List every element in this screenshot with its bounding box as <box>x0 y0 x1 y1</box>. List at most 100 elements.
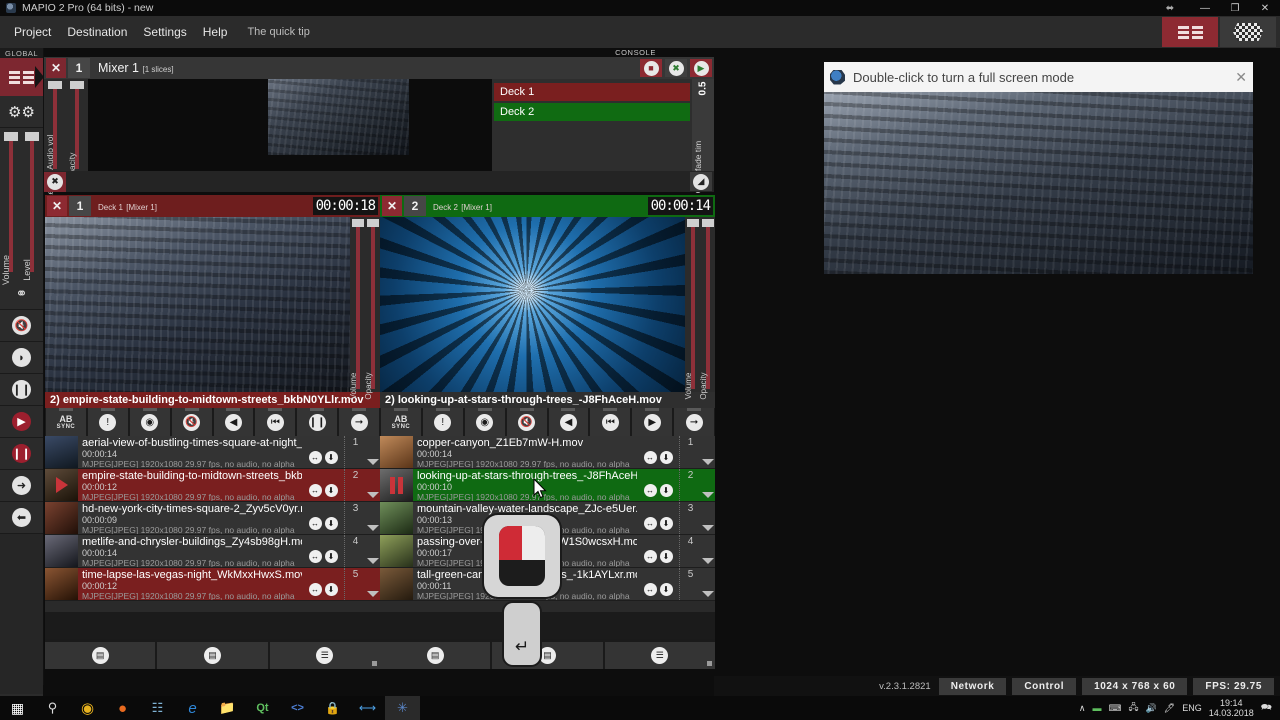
rail-prev-button[interactable]: ⬅ <box>0 502 43 534</box>
loop-icon[interactable]: ↔ <box>643 550 657 563</box>
mixer-deck-row-2[interactable]: Deck 2 <box>494 103 690 121</box>
deck-2-add-clip-button[interactable]: ▤ <box>380 642 491 669</box>
deck-2-preview[interactable]: Volume Opacity <box>380 217 715 400</box>
edge-button[interactable]: e <box>175 696 210 720</box>
rail-mute-button[interactable]: 🔇 <box>0 310 43 342</box>
tray-chevron-icon[interactable]: ∧ <box>1079 703 1086 714</box>
table-row[interactable]: metlife-and-chrysler-buildings_Zy4sb98gH… <box>45 535 380 568</box>
deck-2-preview-eye-button[interactable]: ◉ <box>464 408 505 436</box>
deck-1-info-button[interactable]: ! <box>87 408 128 436</box>
deck-1-restart-button[interactable]: ⏮ <box>255 408 296 436</box>
deck-1-volume-fader[interactable]: Volume <box>349 217 365 399</box>
fader-knob[interactable] <box>3 132 18 141</box>
tray-network-icon[interactable]: 🖧 <box>1129 700 1139 716</box>
fader-knob[interactable] <box>48 81 62 89</box>
teamviewer-button[interactable]: ⟷ <box>350 696 385 720</box>
deck-1-ab-sync-button[interactable]: AB SYNC <box>46 408 86 436</box>
rail-grid-button[interactable] <box>0 58 44 96</box>
loop-icon[interactable]: ↔ <box>643 451 657 464</box>
table-row[interactable]: aerial-view-of-bustling-times-square-at-… <box>45 436 380 469</box>
clip-expand-button[interactable] <box>701 502 715 534</box>
tray-pen-icon[interactable]: 🖊 <box>1164 703 1175 714</box>
loop-icon[interactable]: ↔ <box>308 550 322 563</box>
mapio-taskbar-button[interactable]: ✳ <box>385 696 420 720</box>
menu-item-help[interactable]: Help <box>195 16 236 48</box>
deck-1-playlist-options-button[interactable]: ☰ <box>269 642 380 669</box>
grid-view-button[interactable] <box>1162 17 1218 47</box>
deck-1-preview[interactable]: Volume Opacity <box>45 217 380 400</box>
download-icon[interactable]: ⬇ <box>324 484 338 497</box>
tray-language[interactable]: ENG <box>1182 703 1202 713</box>
deck-2-next-button[interactable]: ➞ <box>674 408 714 436</box>
mixer-trash-button[interactable]: ◢ <box>690 172 712 191</box>
tray-volume-icon[interactable]: 🔊 <box>1146 703 1157 714</box>
loop-icon[interactable]: ↔ <box>643 583 657 596</box>
deck-1-pause-button[interactable]: ❙❙ <box>297 408 338 436</box>
deck-2-playlist-options-button[interactable]: ☰ <box>604 642 715 669</box>
fader-knob[interactable] <box>701 219 714 227</box>
clip-expand-button[interactable] <box>701 568 715 600</box>
code-editor-button[interactable]: <> <box>280 696 315 720</box>
keepass-button[interactable]: 🔒 <box>315 696 350 720</box>
preview-output-video[interactable] <box>824 92 1253 274</box>
deck-1-previous-button[interactable]: ◀ <box>213 408 254 436</box>
rail-pause-button[interactable]: ❙❙ <box>0 374 43 406</box>
checker-view-button[interactable] <box>1220 17 1276 47</box>
deck-1-mute-button[interactable]: 🔇 <box>171 408 212 436</box>
fader-knob[interactable] <box>366 219 379 227</box>
level-fader[interactable]: Level <box>22 128 44 281</box>
download-icon[interactable]: ⬇ <box>659 517 673 530</box>
menu-item-settings[interactable]: Settings <box>135 16 194 48</box>
deck-2-opacity-fader[interactable]: Opacity <box>699 217 715 400</box>
rail-play-red-button[interactable]: ▶ <box>0 406 43 438</box>
resize-handle-icon[interactable]: ⬌ <box>1150 0 1190 16</box>
loop-icon[interactable]: ↔ <box>308 484 322 497</box>
mixer-close-button[interactable]: ✕ <box>46 58 66 78</box>
fader-knob[interactable] <box>70 81 84 89</box>
clip-expand-button[interactable] <box>701 436 715 468</box>
clip-expand-button[interactable] <box>701 469 715 501</box>
download-icon[interactable]: ⬇ <box>324 550 338 563</box>
deck-2-info-button[interactable]: ! <box>422 408 463 436</box>
clip-expand-button[interactable] <box>701 535 715 567</box>
console-crossfade-button[interactable]: ✖ <box>665 59 687 77</box>
fader-knob[interactable] <box>686 219 699 227</box>
preview-close-button[interactable]: ✕ <box>1235 69 1247 86</box>
deck-2-volume-fader[interactable]: Volume <box>684 217 700 399</box>
table-row[interactable]: empire-state-building-to-midtown-streets… <box>45 469 380 502</box>
deck-2-restart-button[interactable]: ⏮ <box>590 408 631 436</box>
crossfade-time-control[interactable]: 0.5 Crossfade tim <box>692 79 714 193</box>
menu-item-destination[interactable]: Destination <box>59 16 135 48</box>
clip-expand-button[interactable] <box>366 535 380 567</box>
tray-notifications-icon[interactable]: 🗪 <box>1261 700 1272 716</box>
tray-keyboard-icon[interactable]: ⌨ <box>1109 703 1122 714</box>
download-icon[interactable]: ⬇ <box>659 550 673 563</box>
qt-creator-button[interactable]: Qt <box>245 696 280 720</box>
maximize-button[interactable]: ❐ <box>1220 0 1250 16</box>
deck-2-ab-sync-button[interactable]: AB SYNC <box>381 408 421 436</box>
resolution-status[interactable]: 1024 x 768 x 60 <box>1082 677 1188 695</box>
deck-1-opacity-fader[interactable]: Opacity <box>364 217 380 400</box>
rail-play-half-button[interactable]: ◗ <box>0 342 43 374</box>
deck-1-preview-eye-button[interactable]: ◉ <box>129 408 170 436</box>
clip-expand-button[interactable] <box>366 469 380 501</box>
mixer-opacity-fader[interactable]: Opacity <box>66 79 88 181</box>
close-button[interactable]: ✕ <box>1250 0 1280 16</box>
search-button[interactable]: ⚲ <box>35 696 70 720</box>
loop-icon[interactable]: ↔ <box>643 517 657 530</box>
tray-battery-icon[interactable]: ▬ <box>1093 703 1102 713</box>
deck-1-next-button[interactable]: ➞ <box>339 408 379 436</box>
fader-knob[interactable] <box>25 132 40 141</box>
task-view-button[interactable]: ☷ <box>140 696 175 720</box>
console-record-stop-button[interactable]: ■ <box>640 59 662 77</box>
download-icon[interactable]: ⬇ <box>659 583 673 596</box>
clip-expand-button[interactable] <box>366 502 380 534</box>
tray-clock[interactable]: 19:14 14.03.2018 <box>1209 698 1254 718</box>
deck-2-video-frame[interactable] <box>380 217 685 392</box>
rail-settings-button[interactable]: ⚙⚙ <box>0 96 43 128</box>
file-explorer-button[interactable]: 📁 <box>210 696 245 720</box>
table-row[interactable]: copper-canyon_Z1Eb7mW-H.mov 00:00:14 MJP… <box>380 436 715 469</box>
rail-next-button[interactable]: ➜ <box>0 470 43 502</box>
menu-item-project[interactable]: Project <box>6 16 59 48</box>
network-status-button[interactable]: Network <box>938 677 1007 695</box>
